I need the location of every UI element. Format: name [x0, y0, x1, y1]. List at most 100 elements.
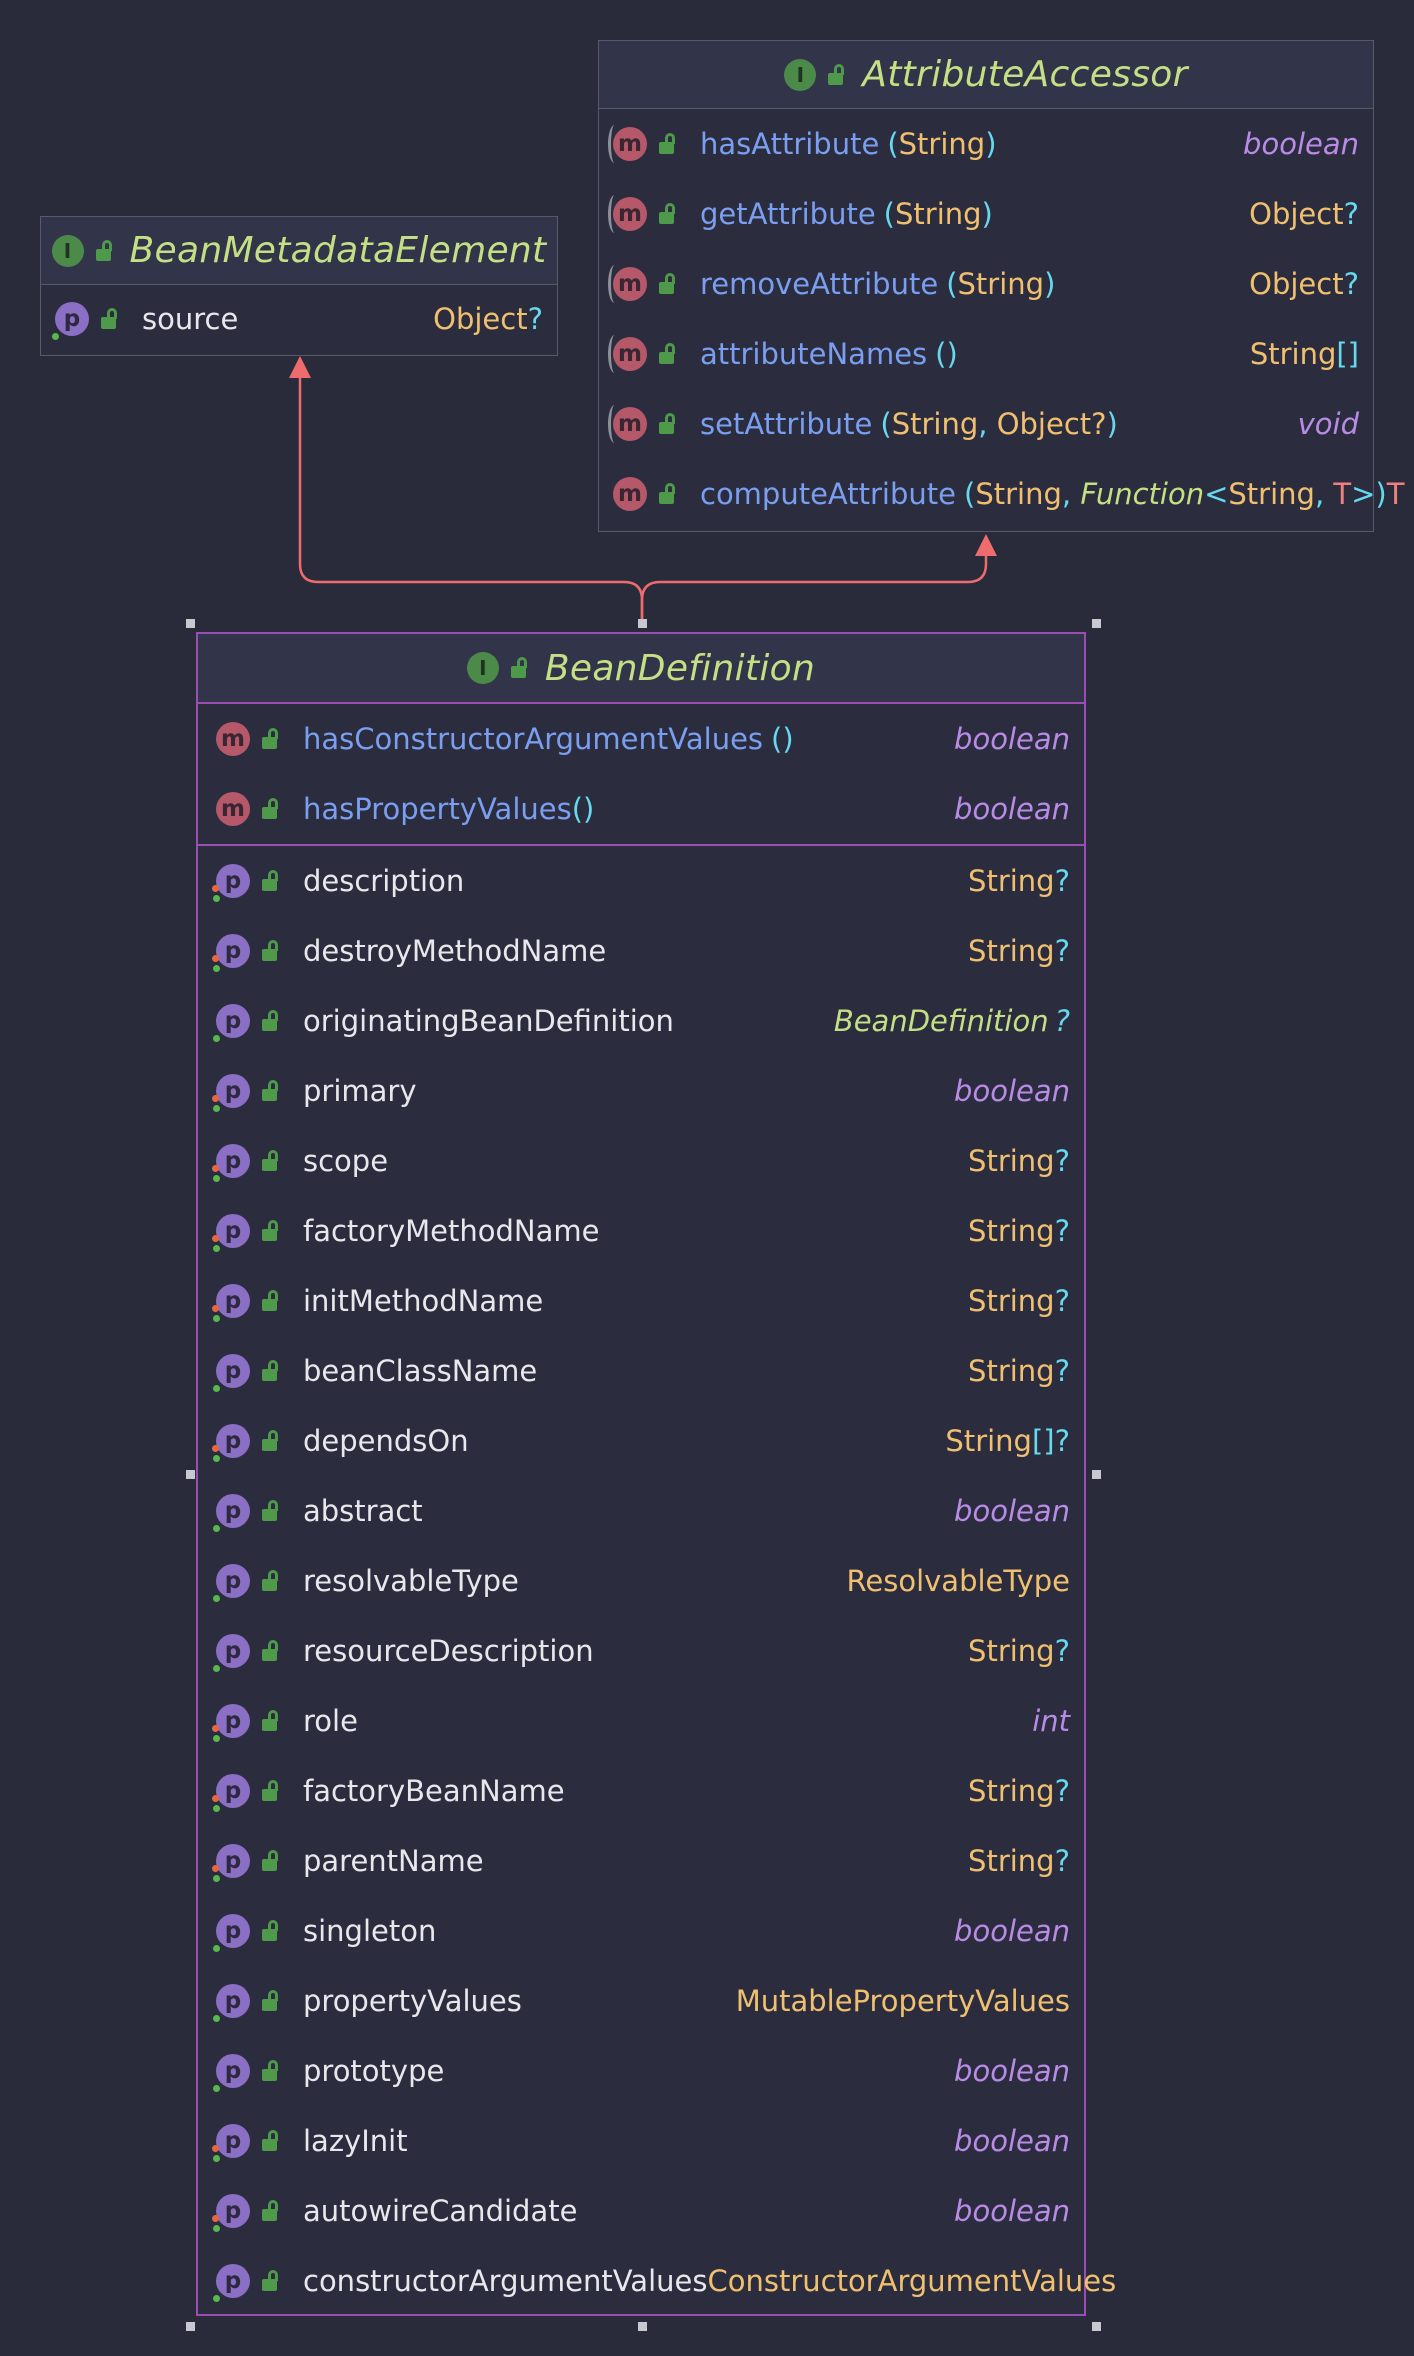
member-row[interactable]: m hasPropertyValues () boolean	[216, 774, 1084, 844]
member-row[interactable]: p role int	[212, 1686, 1084, 1756]
resize-handle[interactable]	[186, 619, 195, 628]
bean-metadata-element-node[interactable]: I BeanMetadataElement p source Object?	[40, 216, 558, 356]
member-row[interactable]: p lazyInit boolean	[212, 2106, 1084, 2176]
property-name: factoryMethodName	[303, 1214, 600, 1248]
method-icon: m	[608, 195, 647, 233]
property-list: p description String? p destroyMethodName Str…	[198, 846, 1116, 2316]
resize-handle[interactable]	[186, 2322, 195, 2331]
member-row[interactable]: p destroyMethodName String?	[212, 916, 1084, 986]
method-params: ()	[571, 792, 595, 826]
method-icon: m	[216, 722, 250, 756]
return-type: Object?	[1249, 197, 1359, 231]
public-lock-icon	[260, 1919, 282, 1943]
method-params: (String)	[883, 197, 993, 231]
member-row[interactable]: p singleton boolean	[213, 1896, 1084, 1966]
member-row[interactable]: p dependsOn String[]?	[212, 1406, 1084, 1476]
public-lock-icon	[260, 1289, 282, 1313]
property-type: String?	[968, 1774, 1070, 1808]
attribute-accessor-node[interactable]: I AttributeAccessor m hasAttribute (Stri…	[598, 40, 1404, 532]
property-name: initMethodName	[303, 1284, 544, 1318]
public-lock-icon	[260, 1989, 282, 2013]
property-icon: p	[213, 1494, 250, 1532]
member-row[interactable]: m getAttribute (String) Object?	[608, 179, 1373, 249]
property-name: factoryBeanName	[303, 1774, 565, 1808]
property-name: beanClassName	[303, 1354, 538, 1388]
method-params: ()	[771, 722, 794, 756]
member-row[interactable]: m attributeNames () String[]	[608, 319, 1373, 389]
resize-handle[interactable]	[186, 1470, 195, 1479]
public-lock-icon	[260, 1709, 282, 1733]
property-type: String?	[968, 934, 1070, 968]
member-row[interactable]: p abstract boolean	[213, 1476, 1084, 1546]
public-lock-icon	[260, 2059, 282, 2083]
public-lock-icon	[657, 412, 679, 436]
member-row[interactable]: p description String?	[212, 846, 1084, 916]
member-row[interactable]: m setAttribute (String, Object?) void	[608, 389, 1373, 459]
member-row[interactable]: p resourceDescription String?	[213, 1616, 1084, 1686]
member-row[interactable]: p source Object?	[52, 285, 557, 353]
public-lock-icon	[260, 1009, 282, 1033]
member-row[interactable]: p primary boolean	[212, 1056, 1084, 1126]
interface-icon: I	[51, 234, 84, 267]
return-type: T	[1386, 477, 1405, 511]
public-lock-icon	[260, 1849, 282, 1873]
member-row[interactable]: p initMethodName String?	[212, 1266, 1084, 1336]
member-row[interactable]: p factoryBeanName String?	[212, 1756, 1084, 1826]
resize-handle[interactable]	[638, 619, 647, 628]
property-type: boolean	[954, 1074, 1070, 1108]
property-name: role	[303, 1704, 358, 1738]
property-icon: p	[212, 934, 250, 972]
property-type: boolean	[954, 2124, 1070, 2158]
property-type: BeanDefinition?	[833, 1004, 1070, 1038]
class-title: BeanDefinition	[544, 647, 816, 689]
interface-icon: I	[784, 58, 817, 91]
class-title: AttributeAccessor	[862, 54, 1188, 95]
resize-handle[interactable]	[638, 2322, 647, 2331]
resize-handle[interactable]	[1092, 619, 1101, 628]
property-type: Object?	[433, 302, 543, 336]
member-row[interactable]: p factoryMethodName String?	[212, 1196, 1084, 1266]
method-icon: m	[608, 405, 647, 443]
property-name: parentName	[303, 1844, 484, 1878]
member-row[interactable]: m removeAttribute (String) Object?	[608, 249, 1373, 319]
property-icon: p	[212, 1774, 250, 1812]
interface-icon: I	[466, 652, 499, 684]
public-lock-icon	[657, 342, 679, 366]
property-icon: p	[212, 2194, 250, 2232]
property-icon: p	[213, 1984, 250, 2022]
property-type: String?	[968, 1284, 1070, 1318]
property-type: boolean	[954, 2194, 1070, 2228]
member-row[interactable]: m computeAttribute (String, Function<Str…	[613, 459, 1404, 529]
public-lock-icon	[260, 2269, 282, 2293]
member-row[interactable]: p prototype boolean	[213, 2036, 1084, 2106]
member-row[interactable]: p beanClassName String?	[213, 1336, 1084, 1406]
member-row[interactable]: m hasConstructorArgumentValues () boolea…	[216, 704, 1084, 774]
property-type: boolean	[954, 1494, 1070, 1528]
property-icon: p	[212, 2124, 250, 2162]
member-row[interactable]: p propertyValues MutablePropertyValues	[213, 1966, 1084, 2036]
member-row[interactable]: p scope String?	[212, 1126, 1084, 1196]
public-lock-icon	[94, 239, 116, 263]
member-row[interactable]: p autowireCandidate boolean	[212, 2176, 1084, 2246]
member-row[interactable]: p originatingBeanDefinition BeanDefinition…	[213, 986, 1084, 1056]
bean-definition-node[interactable]: I BeanDefinition m hasConstructorArgumen…	[196, 632, 1116, 2316]
arrowhead-bean-metadata-element	[289, 356, 311, 378]
resize-handle[interactable]	[1092, 1470, 1101, 1479]
public-lock-icon	[657, 132, 679, 156]
property-icon: p	[212, 1424, 250, 1462]
public-lock-icon	[260, 1499, 282, 1523]
member-row[interactable]: p constructorArgumentValues ConstructorArg…	[213, 2246, 1116, 2316]
property-icon: p	[212, 1144, 250, 1182]
method-name: hasPropertyValues	[303, 792, 572, 826]
edge-to-attribute-accessor	[640, 556, 988, 628]
class-title: BeanMetadataElement	[129, 230, 547, 271]
resize-handle[interactable]	[1092, 2322, 1101, 2331]
member-row[interactable]: m hasAttribute (String) boolean	[608, 109, 1373, 179]
property-icon: p	[212, 1844, 250, 1882]
property-icon: p	[213, 2264, 250, 2302]
return-type: void	[1297, 407, 1359, 441]
member-row[interactable]: p parentName String?	[212, 1826, 1084, 1896]
public-lock-icon	[260, 1779, 282, 1803]
property-type: String?	[968, 1354, 1070, 1388]
member-row[interactable]: p resolvableType ResolvableType	[213, 1546, 1084, 1616]
